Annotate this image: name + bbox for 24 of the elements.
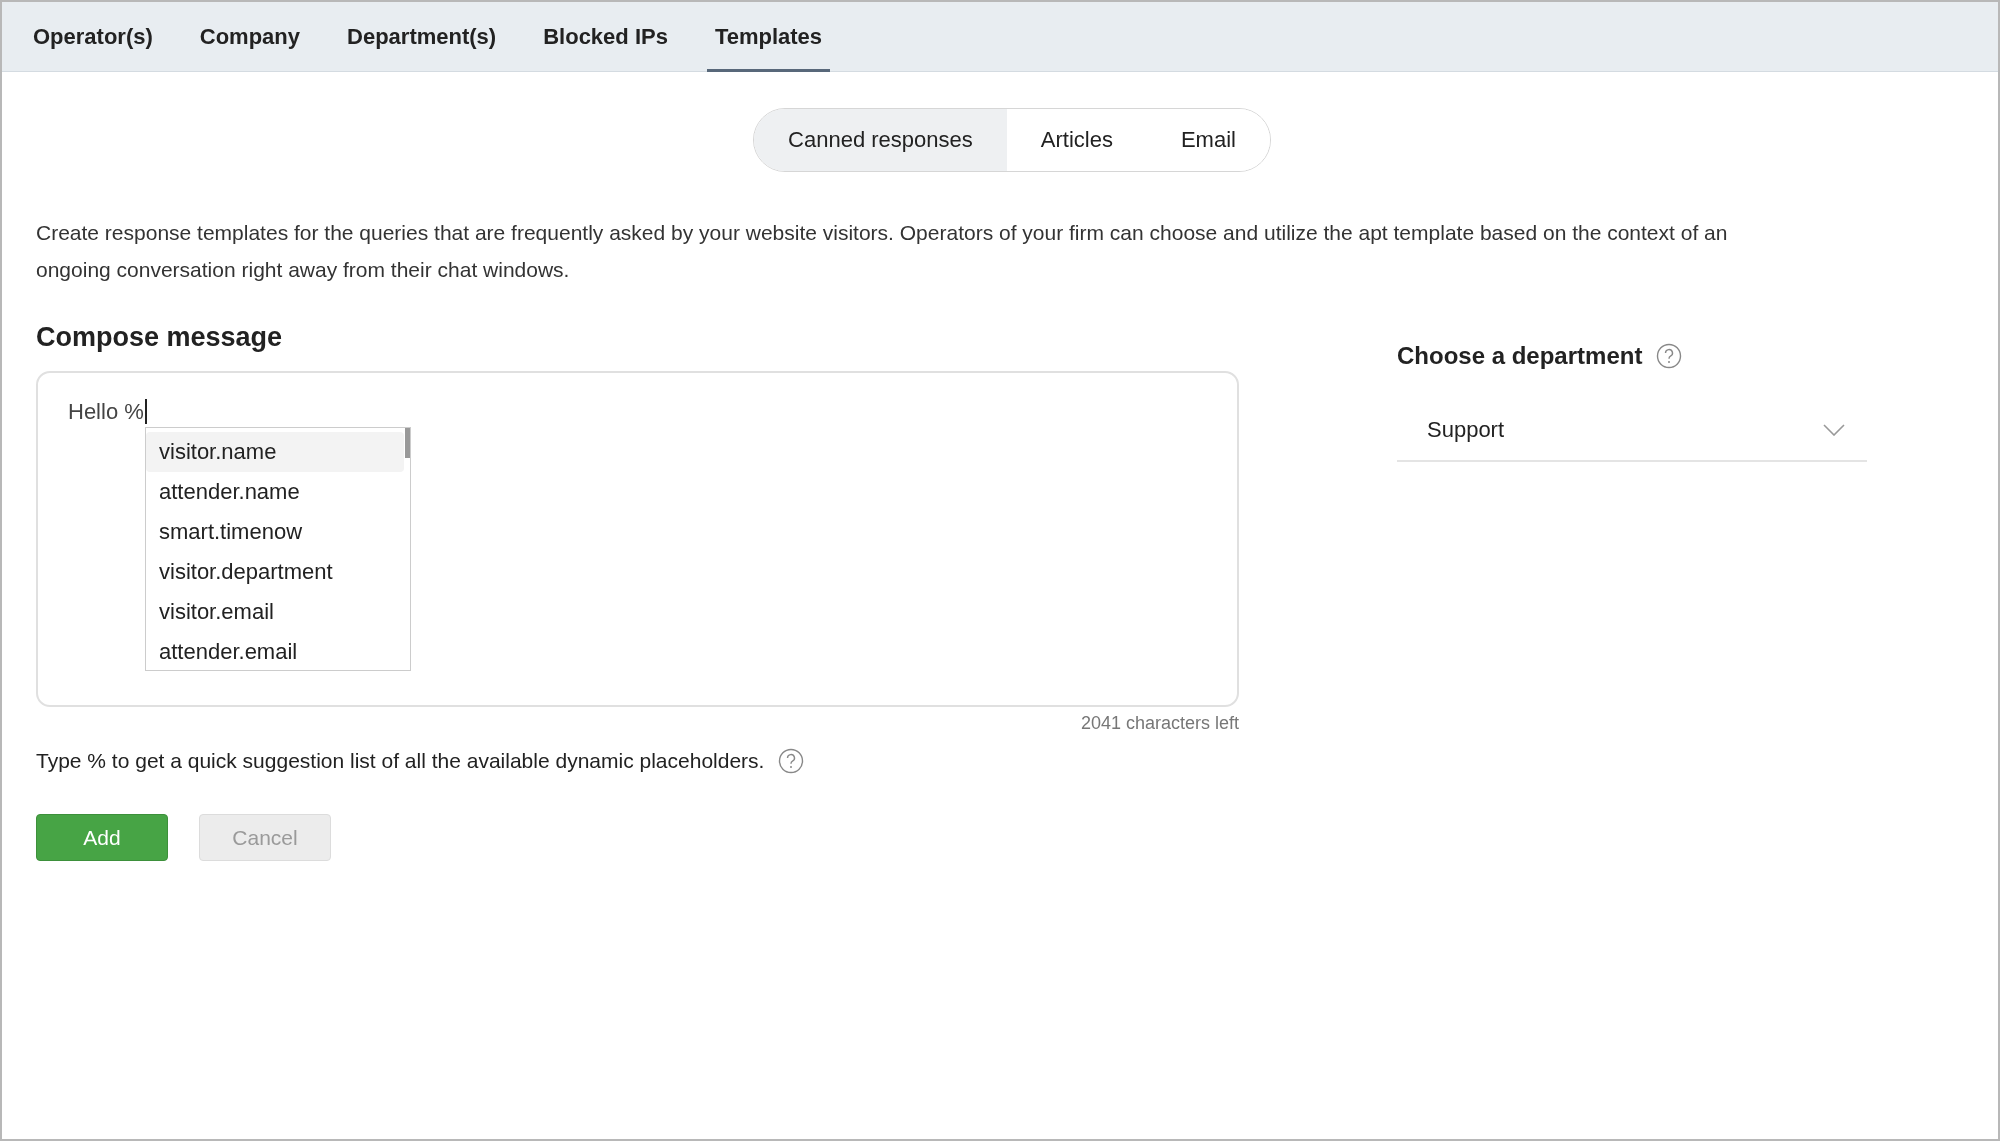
description-text: Create response templates for the queries that are frequently asked by your website visitors. Operators of your firm can choose and utilize the apt template based on the context of an ongoing conversation right away from their chat windows. xyxy=(36,220,1729,283)
nav-tab[interactable]: Operator(s) xyxy=(25,2,161,72)
scrollbar-thumb[interactable] xyxy=(405,428,410,458)
nav-tab[interactable]: Templates xyxy=(706,2,831,72)
suggestion-item[interactable]: attender.name xyxy=(146,472,404,512)
suggestion-item[interactable]: attender.email xyxy=(146,632,404,672)
suggestion-item[interactable]: visitor.email xyxy=(146,592,404,632)
typed-text: Hello % xyxy=(68,399,147,424)
chevron-down-icon xyxy=(1823,424,1845,436)
help-icon[interactable] xyxy=(1656,343,1683,369)
nav-tab[interactable]: Company xyxy=(191,2,309,72)
message-input[interactable]: Hello % visitor.name attender.name smart.timenow visitor.department visitor.email attender.email xyxy=(36,371,1239,707)
nav-tab[interactable]: Department(s) xyxy=(339,2,505,72)
segment-tab[interactable]: Canned responses xyxy=(754,109,1007,171)
nav-tab[interactable]: Blocked IPs xyxy=(535,2,676,72)
help-icon[interactable] xyxy=(778,748,805,774)
department-select[interactable]: Support xyxy=(1397,400,1867,462)
character-counter: 2041 characters left xyxy=(1080,713,1239,733)
field-label: Choose a department xyxy=(1397,342,1643,370)
hint-text: Type % to get a quick suggestion list of all the available dynamic placeholders. xyxy=(36,749,765,773)
suggestion-item[interactable]: visitor.name xyxy=(146,432,404,472)
section-heading: Compose message xyxy=(36,322,284,353)
suggestion-item[interactable]: smart.timenow xyxy=(146,512,404,552)
suggestion-item[interactable]: visitor.department xyxy=(146,552,404,592)
